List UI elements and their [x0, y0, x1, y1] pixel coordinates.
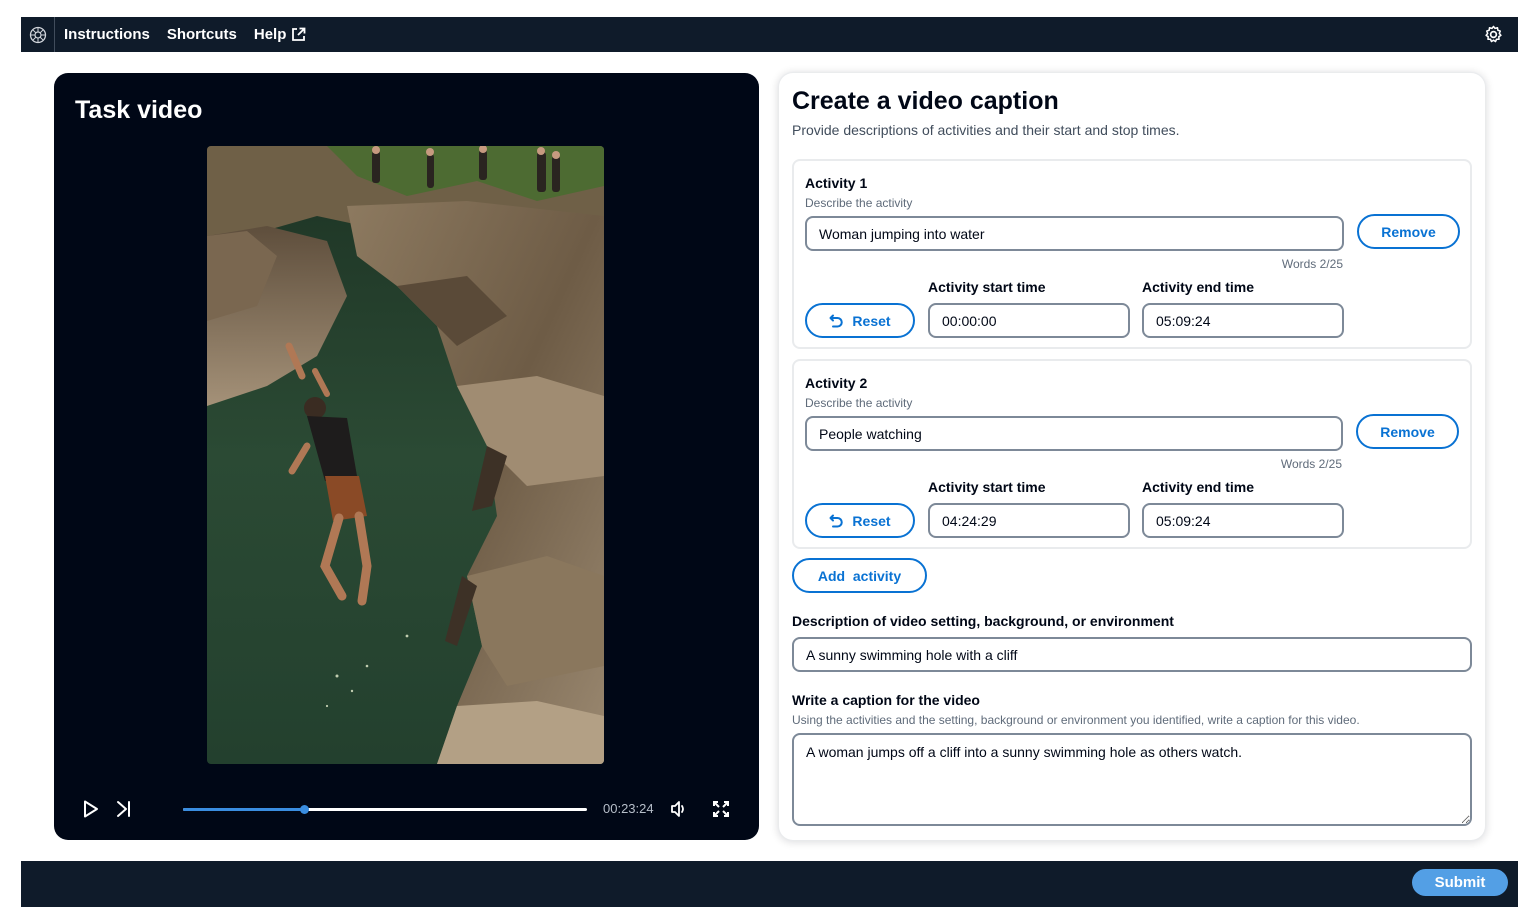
activity-desc-label: Describe the activity: [805, 396, 913, 410]
skip-forward-icon[interactable]: [116, 800, 132, 823]
nav-shortcuts-link[interactable]: Shortcuts: [167, 26, 237, 43]
activity-description-input[interactable]: [805, 416, 1343, 451]
reset-button[interactable]: Reset: [805, 503, 915, 538]
remove-button-label: Remove: [1381, 223, 1436, 240]
nav-help-link[interactable]: Help: [254, 26, 307, 43]
end-time-label: Activity end time: [1142, 479, 1255, 495]
video-controls: 00:23:24: [54, 793, 759, 825]
play-icon[interactable]: [83, 800, 99, 823]
setting-input[interactable]: [792, 637, 1472, 672]
seek-thumb[interactable]: [300, 805, 310, 814]
reset-button-label: Reset: [852, 512, 891, 529]
start-time-label: Activity start time: [928, 279, 1046, 295]
seek-bar[interactable]: [183, 805, 587, 814]
caption-textarea[interactable]: A woman jumps off a cliff into a sunny s…: [792, 733, 1472, 826]
remove-activity-button[interactable]: Remove: [1357, 214, 1460, 249]
caption-form-panel: Create a video caption Provide descripti…: [779, 73, 1485, 840]
video-panel: Task video 00:23:24: [54, 73, 759, 840]
reset-button-label: Reset: [852, 312, 891, 329]
form-subtitle: Provide descriptions of activities and t…: [792, 122, 1180, 138]
seek-progress: [183, 808, 305, 811]
app-logo-icon: [21, 17, 55, 52]
activity-card-2: Activity 2 Describe the activity Remove …: [792, 359, 1472, 549]
bottom-bar: Submit: [21, 861, 1518, 907]
video-frame[interactable]: [207, 146, 604, 764]
start-time-input[interactable]: [928, 303, 1130, 338]
start-time-label: Activity start time: [928, 479, 1046, 495]
caption-desc: Using the activities and the setting, ba…: [792, 713, 1360, 727]
reset-button[interactable]: Reset: [805, 303, 915, 338]
playback-time: 00:23:24: [603, 801, 654, 816]
undo-icon: [829, 314, 844, 327]
external-link-icon: [292, 27, 306, 41]
end-time-input[interactable]: [1142, 503, 1344, 538]
nav-help-label: Help: [253, 26, 287, 43]
volume-icon[interactable]: [670, 800, 686, 823]
video-panel-title: Task video: [75, 96, 203, 124]
word-count: Words 2/25: [1280, 457, 1342, 471]
end-time-label: Activity end time: [1142, 279, 1255, 295]
top-navigation: Instructions Shortcuts Help: [21, 17, 1518, 52]
activity-description-input[interactable]: [805, 216, 1344, 251]
remove-button-label: Remove: [1380, 423, 1435, 440]
activity-card-1: Activity 1 Describe the activity Remove …: [792, 159, 1472, 349]
add-activity-button[interactable]: Add activity: [792, 558, 927, 593]
settings-gear-icon[interactable]: [1484, 25, 1503, 49]
activity-label: Activity 2: [805, 375, 868, 391]
remove-activity-button[interactable]: Remove: [1356, 414, 1459, 449]
caption-label: Write a caption for the video: [792, 692, 980, 708]
nav-instructions-link[interactable]: Instructions: [64, 26, 150, 43]
submit-button[interactable]: Submit: [1412, 869, 1508, 896]
video-frame-image: [207, 146, 604, 764]
end-time-input[interactable]: [1142, 303, 1344, 338]
setting-label: Description of video setting, background…: [792, 613, 1174, 629]
fullscreen-icon[interactable]: [713, 801, 729, 822]
activity-label: Activity 1: [805, 175, 868, 191]
start-time-input[interactable]: [928, 503, 1130, 538]
add-activity-label: Add activity: [817, 567, 902, 584]
undo-icon: [829, 514, 844, 527]
word-count: Words 2/25: [1281, 257, 1343, 271]
activity-desc-label: Describe the activity: [805, 196, 913, 210]
form-title: Create a video caption: [792, 87, 1059, 115]
